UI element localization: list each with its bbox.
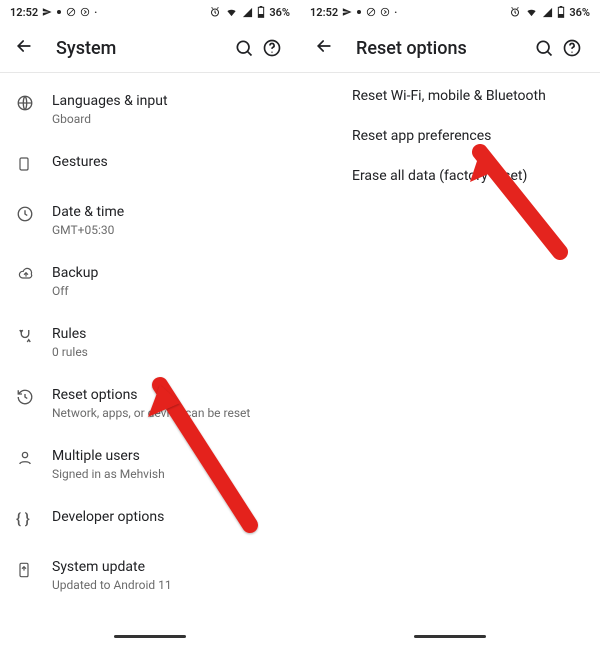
nosign-icon	[66, 7, 76, 17]
appbar-system: System	[0, 24, 300, 73]
phone-reset-options: 12:52 · 36% Reset options R	[300, 0, 600, 648]
wifi-icon	[525, 7, 538, 18]
dot-icon	[356, 9, 362, 15]
back-icon[interactable]	[14, 36, 34, 60]
row-sub: Gboard	[52, 111, 284, 127]
nav-handle[interactable]	[114, 635, 186, 638]
row-sub: Network, apps, or device can be reset	[52, 405, 284, 421]
row-sub: 0 rules	[52, 344, 284, 360]
chevron-icon	[380, 7, 390, 17]
braces-icon: { }	[16, 508, 52, 528]
nav-handle[interactable]	[414, 635, 486, 638]
signal-icon	[242, 7, 253, 18]
row-sub: Off	[52, 283, 284, 299]
row-label: Languages & input	[52, 92, 284, 110]
row-date-time[interactable]: Date & timeGMT+05:30	[0, 190, 300, 251]
send-icon	[42, 7, 52, 17]
row-label: Reset app preferences	[352, 127, 584, 145]
row-sub: Updated to Android 11	[52, 577, 284, 593]
row-developer-options[interactable]: { } Developer options	[0, 495, 300, 545]
nosign-icon	[366, 7, 376, 17]
row-multiple-users[interactable]: Multiple usersSigned in as Mehvish	[0, 434, 300, 495]
alarm-icon	[509, 6, 521, 18]
signal-icon	[542, 7, 553, 18]
help-icon[interactable]	[558, 38, 586, 58]
back-icon[interactable]	[314, 36, 334, 60]
search-icon[interactable]	[230, 38, 258, 58]
history-icon	[16, 386, 52, 406]
row-rules[interactable]: Rules0 rules	[0, 312, 300, 373]
help-icon[interactable]	[258, 38, 286, 58]
row-label: Backup	[52, 264, 284, 282]
status-bar: 12:52 · 36%	[300, 0, 600, 24]
update-icon	[16, 558, 52, 580]
page-title: System	[56, 38, 230, 59]
row-label: Erase all data (factory reset)	[352, 167, 584, 185]
clock-icon	[16, 203, 52, 223]
search-icon[interactable]	[530, 38, 558, 58]
row-sub: Signed in as Mehvish	[52, 466, 284, 482]
person-icon	[16, 447, 52, 467]
row-backup[interactable]: BackupOff	[0, 251, 300, 312]
status-time: 12:52	[10, 6, 38, 19]
cloud-icon	[16, 264, 52, 282]
row-label: System update	[52, 558, 284, 576]
dot-icon	[56, 9, 62, 15]
row-label: Reset options	[52, 386, 284, 404]
status-time: 12:52	[310, 6, 338, 19]
battery-icon	[557, 6, 565, 18]
row-reset-wifi[interactable]: Reset Wi-Fi, mobile & Bluetooth	[300, 79, 600, 119]
appbar-reset: Reset options	[300, 24, 600, 73]
row-label: Multiple users	[52, 447, 284, 465]
alarm-icon	[209, 6, 221, 18]
row-reset-app-preferences[interactable]: Reset app preferences	[300, 119, 600, 159]
row-label: Rules	[52, 325, 284, 343]
row-system-update[interactable]: System updateUpdated to Android 11	[0, 545, 300, 606]
row-label: Date & time	[52, 203, 284, 221]
system-list: Languages & inputGboard Gestures Date & …	[0, 73, 300, 606]
status-bar: 12:52 · 36%	[0, 0, 300, 24]
row-label: Gestures	[52, 153, 284, 171]
rules-icon	[16, 325, 52, 345]
row-reset-options[interactable]: Reset optionsNetwork, apps, or device ca…	[0, 373, 300, 434]
status-battery: 36%	[269, 6, 290, 19]
status-battery: 36%	[569, 6, 590, 19]
row-label: Reset Wi-Fi, mobile & Bluetooth	[352, 87, 584, 105]
battery-icon	[257, 6, 265, 18]
more-icon: ·	[94, 6, 97, 19]
phone-system: 12:52 · 36% System	[0, 0, 300, 648]
page-title: Reset options	[356, 38, 530, 59]
reset-list: Reset Wi-Fi, mobile & Bluetooth Reset ap…	[300, 73, 600, 199]
gesture-icon	[16, 153, 52, 173]
row-gestures[interactable]: Gestures	[0, 140, 300, 190]
row-languages-input[interactable]: Languages & inputGboard	[0, 79, 300, 140]
more-icon: ·	[394, 6, 397, 19]
row-sub: GMT+05:30	[52, 222, 284, 238]
globe-icon	[16, 92, 52, 112]
row-label: Developer options	[52, 508, 284, 526]
wifi-icon	[225, 7, 238, 18]
send-icon	[342, 7, 352, 17]
chevron-icon	[80, 7, 90, 17]
row-erase-all-data[interactable]: Erase all data (factory reset)	[300, 159, 600, 199]
